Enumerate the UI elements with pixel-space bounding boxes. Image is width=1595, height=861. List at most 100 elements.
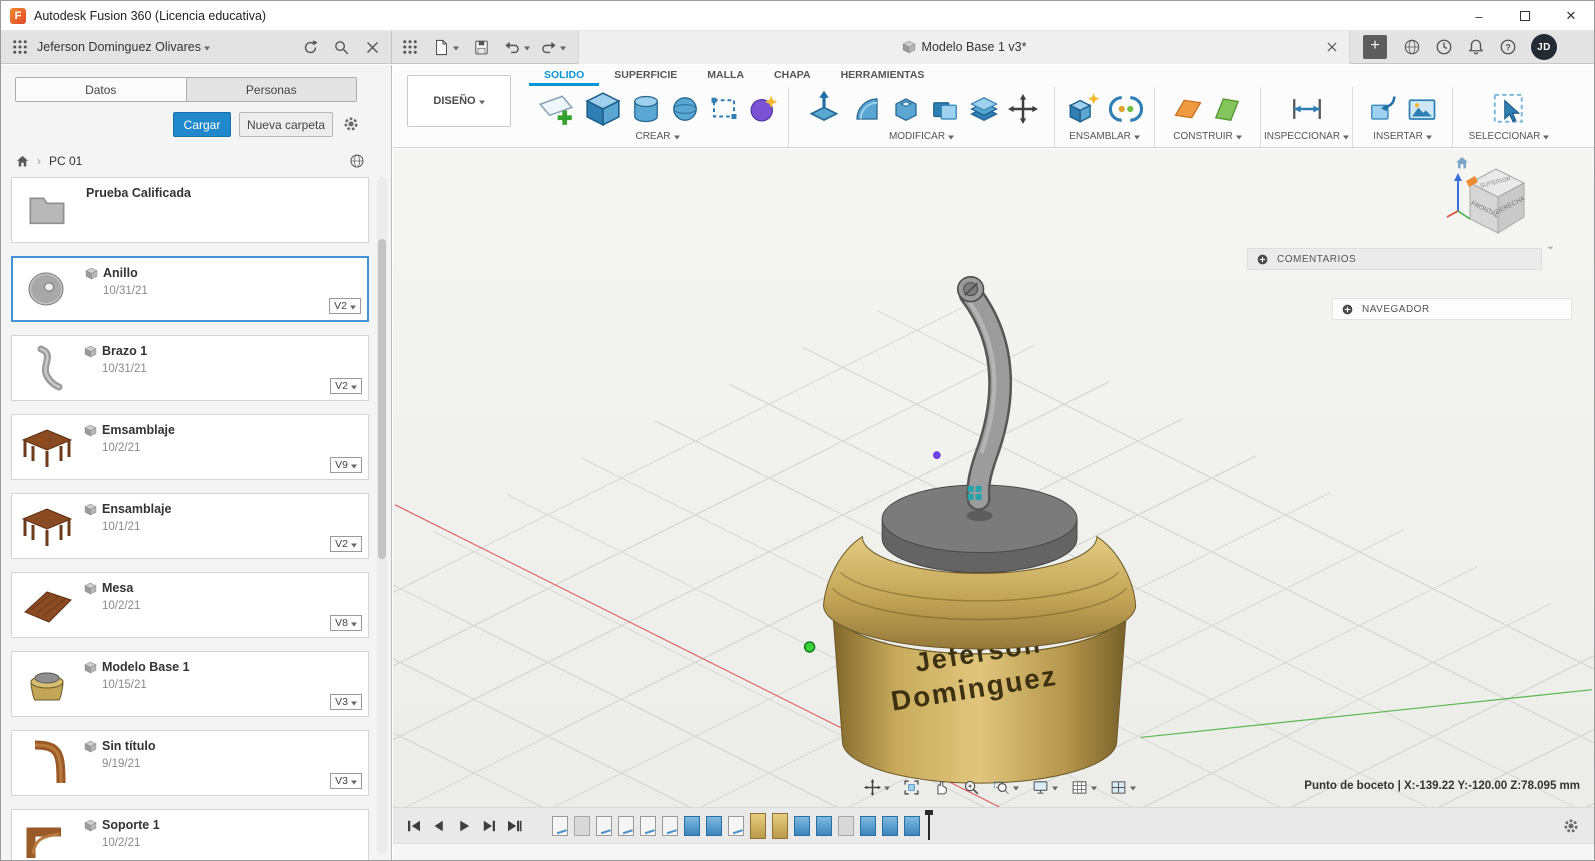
list-item[interactable]: Mesa 10/2/21 V8 — [11, 572, 369, 638]
insert-derive-icon[interactable] — [1368, 94, 1398, 124]
timeline-feature-sketch[interactable] — [552, 815, 568, 836]
timeline-feature-sketch[interactable] — [728, 815, 744, 836]
save-button[interactable] — [473, 39, 490, 56]
look-at-button[interactable] — [900, 777, 923, 798]
version-dropdown[interactable]: V9 — [330, 457, 362, 473]
combine-icon[interactable] — [930, 94, 960, 124]
create-sketch-icon[interactable] — [537, 90, 575, 128]
timeline-feature-sketch[interactable] — [640, 815, 656, 836]
canvas-image-icon[interactable] — [1407, 94, 1437, 124]
timeline-feature-sketch[interactable] — [618, 815, 634, 836]
apps-grid-icon[interactable] — [401, 38, 419, 56]
group-label-inspeccionar[interactable]: INSPECCIONAR — [1264, 129, 1350, 147]
home-icon[interactable] — [15, 154, 30, 169]
undo-button[interactable] — [504, 39, 530, 56]
tab-datos[interactable]: Datos — [16, 78, 186, 101]
sphere-icon[interactable] — [670, 94, 700, 124]
group-label-crear[interactable]: CREAR — [635, 129, 680, 147]
group-label-insertar[interactable]: INSERTAR — [1373, 129, 1432, 147]
list-item[interactable]: Ensamblaje 10/1/21 V2 — [11, 493, 369, 559]
account-menu[interactable]: Jeferson Dominguez Olivares — [37, 40, 201, 54]
shell-icon[interactable] — [891, 94, 921, 124]
display-settings-button[interactable] — [1029, 777, 1061, 798]
model-body[interactable]: Jeferson Dominguez — [823, 275, 1137, 784]
pattern-select-icon[interactable] — [709, 94, 739, 124]
tangent-plane-icon[interactable] — [1212, 94, 1242, 124]
user-avatar[interactable]: JD — [1531, 34, 1557, 60]
zoom-window-button[interactable] — [990, 777, 1022, 798]
group-label-seleccionar[interactable]: SELECCIONAR — [1469, 129, 1550, 147]
list-item[interactable]: Sin título 9/19/21 V3 — [11, 730, 369, 796]
grid-settings-button[interactable] — [1068, 777, 1100, 798]
timeline-feature-extrude[interactable] — [816, 815, 832, 836]
upload-button[interactable]: Cargar — [173, 112, 231, 137]
move-copy-icon[interactable] — [1008, 94, 1038, 124]
job-status-clock-icon[interactable] — [1435, 38, 1453, 56]
maximize-button[interactable] — [1502, 1, 1548, 31]
timeline-feature-extrude[interactable] — [706, 815, 722, 836]
tab-malla[interactable]: MALLA — [692, 65, 759, 86]
timeline-feature-extrude[interactable] — [684, 815, 700, 836]
list-item[interactable]: Modelo Base 1 10/15/21 V3 — [11, 651, 369, 717]
pan-hand-button[interactable] — [930, 777, 953, 798]
scrollbar-thumb[interactable] — [378, 239, 386, 559]
close-tab-icon[interactable] — [1325, 40, 1339, 54]
timeline-feature-extrude[interactable] — [860, 815, 876, 836]
panel-scrollbar[interactable] — [377, 177, 387, 854]
close-panel-icon[interactable] — [364, 39, 381, 56]
notifications-bell-icon[interactable] — [1467, 38, 1485, 56]
box-icon[interactable] — [584, 90, 622, 128]
new-component-icon[interactable] — [1066, 92, 1100, 126]
tab-superficie[interactable]: SUPERFICIE — [599, 65, 692, 86]
timeline-feature-appearance[interactable] — [750, 812, 766, 839]
group-label-ensamblar[interactable]: ENSAMBLAR — [1069, 129, 1140, 147]
refresh-icon[interactable] — [302, 39, 319, 56]
extensions-web-icon[interactable] — [1403, 38, 1421, 56]
timeline-feature[interactable] — [574, 815, 590, 836]
timeline-feature-extrude[interactable] — [904, 815, 920, 836]
offset-plane-icon[interactable] — [1173, 94, 1203, 124]
document-tab[interactable]: Modelo Base 1 v3* — [578, 30, 1350, 64]
joint-icon[interactable] — [1109, 92, 1143, 126]
cylinder-icon[interactable] — [631, 94, 661, 124]
timeline-position-marker[interactable] — [925, 809, 933, 840]
timeline-feature-sketch[interactable] — [596, 815, 612, 836]
group-label-modificar[interactable]: MODIFICAR — [889, 129, 955, 147]
viewcube-menu-arrow[interactable]: ⌄ — [1546, 239, 1555, 252]
apps-grid-icon[interactable] — [11, 38, 29, 56]
new-folder-button[interactable]: Nueva carpeta — [239, 112, 333, 137]
help-icon[interactable] — [1499, 38, 1517, 56]
orbit-button[interactable] — [861, 777, 893, 798]
list-item[interactable]: Emsamblaje 10/2/21 V9 — [11, 414, 369, 480]
group-label-construir[interactable]: CONSTRUIR — [1173, 129, 1242, 147]
version-dropdown[interactable]: V8 — [330, 615, 362, 631]
select-icon[interactable] — [1492, 92, 1526, 126]
redo-button[interactable] — [540, 39, 566, 56]
version-dropdown[interactable]: V2 — [330, 378, 362, 394]
navigator-panel-toggle[interactable]: NAVEGADOR — [1332, 298, 1572, 320]
timeline-settings-gear-icon[interactable] — [1562, 817, 1580, 835]
new-document-button[interactable] — [433, 39, 459, 56]
fillet-icon[interactable] — [852, 94, 882, 124]
version-dropdown[interactable]: V3 — [330, 694, 362, 710]
version-dropdown[interactable]: V2 — [329, 298, 361, 314]
step-forward-button[interactable] — [480, 817, 498, 835]
press-pull-icon[interactable] — [805, 90, 843, 128]
skip-to-start-button[interactable] — [405, 817, 423, 835]
close-window-button[interactable]: ✕ — [1548, 1, 1594, 31]
sketch-point[interactable] — [803, 641, 816, 653]
list-item[interactable]: Soporte 1 10/2/21 — [11, 809, 369, 860]
version-dropdown[interactable]: V3 — [330, 773, 362, 789]
play-button[interactable] — [455, 817, 473, 835]
pattern-icon[interactable] — [969, 94, 999, 124]
breadcrumb-project[interactable]: PC 01 — [49, 154, 82, 168]
viewcube[interactable]: SUPERIOR FRONTAL DERECHA — [1444, 153, 1544, 248]
search-icon[interactable] — [333, 39, 350, 56]
list-item[interactable]: Brazo 1 10/31/21 V2 — [11, 335, 369, 401]
viewports-button[interactable] — [1107, 777, 1139, 798]
timeline-feature-appearance[interactable] — [772, 812, 788, 839]
timeline-feature[interactable] — [838, 815, 854, 836]
new-tab-button[interactable]: + — [1363, 35, 1387, 59]
list-item-folder[interactable]: Prueba Calificada — [11, 177, 369, 243]
step-back-button[interactable] — [430, 817, 448, 835]
